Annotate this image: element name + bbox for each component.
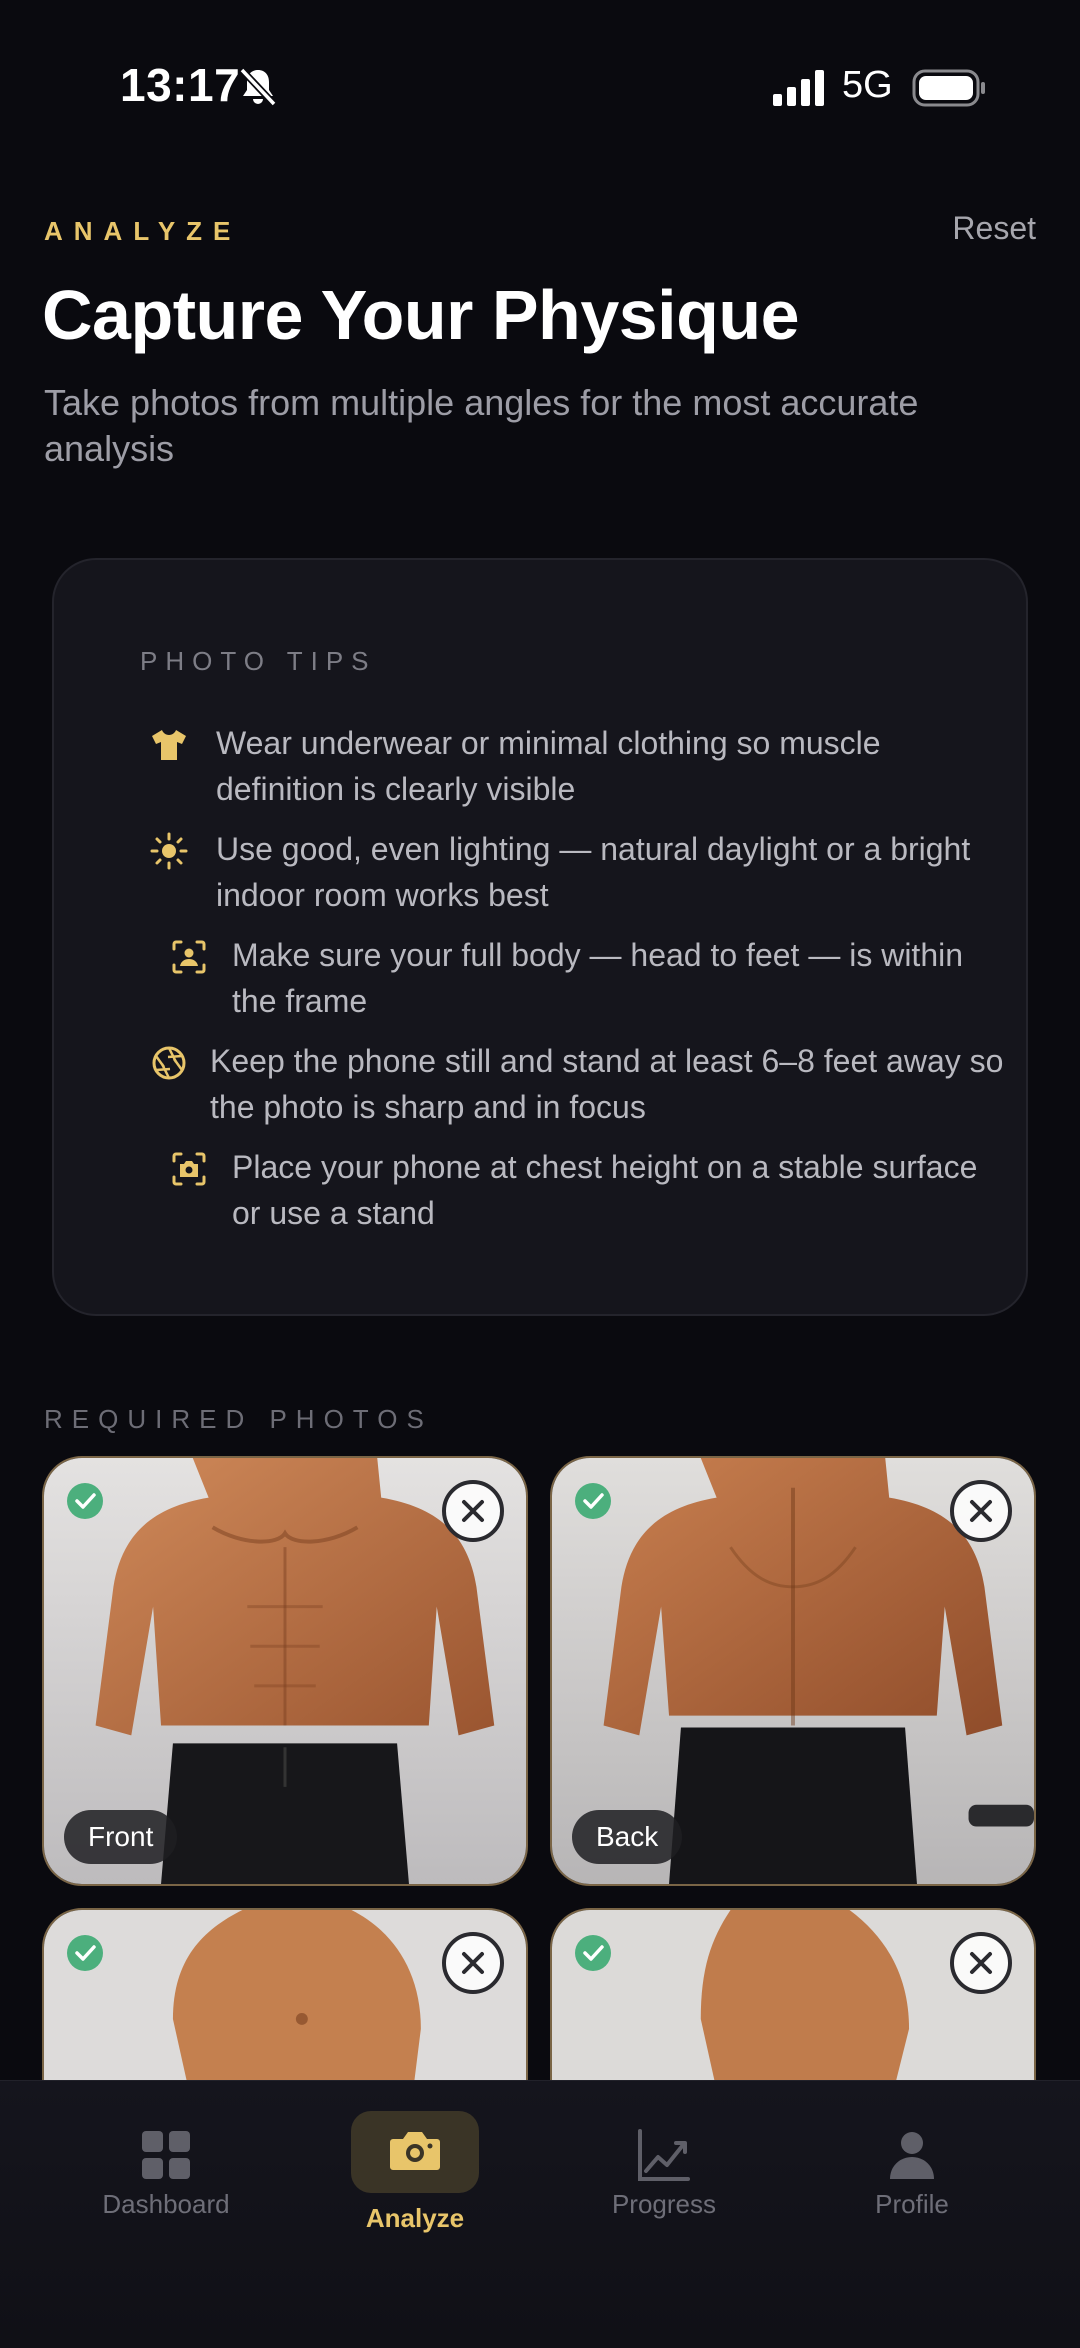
tip-text: Wear underwear or minimal clothing so mu… [216, 725, 881, 807]
close-icon [462, 1500, 484, 1522]
check-badge-icon [67, 1483, 103, 1519]
tip-item: Wear underwear or minimal clothing so mu… [148, 720, 988, 812]
person-icon [890, 2132, 934, 2179]
tab-label: Analyze [365, 2203, 465, 2233]
tip-item: Make sure your full body — head to feet … [168, 932, 988, 1024]
battery-icon [912, 69, 985, 107]
sun-icon [150, 832, 188, 870]
photo-tips-card: PHOTO TIPS Wear underwear or minimal clo… [52, 558, 1028, 1316]
photo-label: Front [64, 1810, 178, 1864]
bell-slash-icon [239, 67, 277, 107]
network-label: 5G [842, 64, 893, 106]
tab-analyze[interactable]: Analyze [315, 2081, 515, 2281]
tip-text: Make sure your full body — head to feet … [232, 937, 964, 1019]
person-frame-icon [172, 940, 206, 974]
remove-photo-button[interactable] [442, 1932, 504, 1994]
tip-text: Place your phone at chest height on a st… [232, 1149, 978, 1231]
tip-item: Place your phone at chest height on a st… [168, 1144, 988, 1236]
status-bar: 13:17 5G [0, 0, 1080, 176]
grid-icon [142, 2131, 190, 2179]
photo-card-back[interactable]: Back [550, 1456, 1036, 1886]
tab-dashboard[interactable]: Dashboard [66, 2081, 266, 2281]
signal-icon [773, 70, 824, 106]
tshirt-icon [152, 730, 186, 760]
remove-photo-button[interactable] [442, 1480, 504, 1542]
aperture-icon [152, 1046, 186, 1080]
remove-photo-button[interactable] [950, 1932, 1012, 1994]
required-photos-heading: REQUIRED PHOTOS [44, 1404, 433, 1434]
tab-label: Profile [875, 2189, 949, 2219]
page-title: Capture Your Physique [42, 276, 800, 354]
tips-heading: PHOTO TIPS [140, 646, 377, 676]
tab-progress[interactable]: Progress [564, 2081, 764, 2281]
camera-icon [390, 2132, 440, 2170]
tip-text: Use good, even lighting — natural daylig… [216, 831, 971, 913]
tip-item: Use good, even lighting — natural daylig… [148, 826, 988, 918]
check-badge-icon [575, 1483, 611, 1519]
status-time: 13:17 [120, 59, 241, 111]
tip-item: Keep the phone still and stand at least … [148, 1038, 1008, 1130]
tab-label: Dashboard [102, 2189, 230, 2219]
close-icon [970, 1952, 992, 1974]
chart-icon [638, 2129, 690, 2181]
section-eyebrow: ANALYZE [44, 216, 242, 246]
close-icon [970, 1500, 992, 1522]
reset-button[interactable]: Reset [952, 210, 1036, 247]
camera-frame-icon [172, 1152, 206, 1186]
tab-profile[interactable]: Profile [812, 2081, 1012, 2281]
tab-label: Progress [611, 2189, 717, 2219]
analyze-screen: 13:17 5G ANALYZE Reset Capture Your Phys… [0, 0, 1080, 2348]
check-badge-icon [575, 1935, 611, 1971]
tip-text: Keep the phone still and stand at least … [210, 1043, 1004, 1125]
photo-card-front[interactable]: Front [42, 1456, 528, 1886]
check-badge-icon [67, 1935, 103, 1971]
close-icon [462, 1952, 484, 1974]
photo-label: Back [572, 1810, 683, 1864]
remove-photo-button[interactable] [950, 1480, 1012, 1542]
bottom-tab-bar: Dashboard Analyze Progress Profile [0, 2080, 1080, 2348]
page-subtitle: Take photos from multiple angles for the… [44, 382, 919, 469]
